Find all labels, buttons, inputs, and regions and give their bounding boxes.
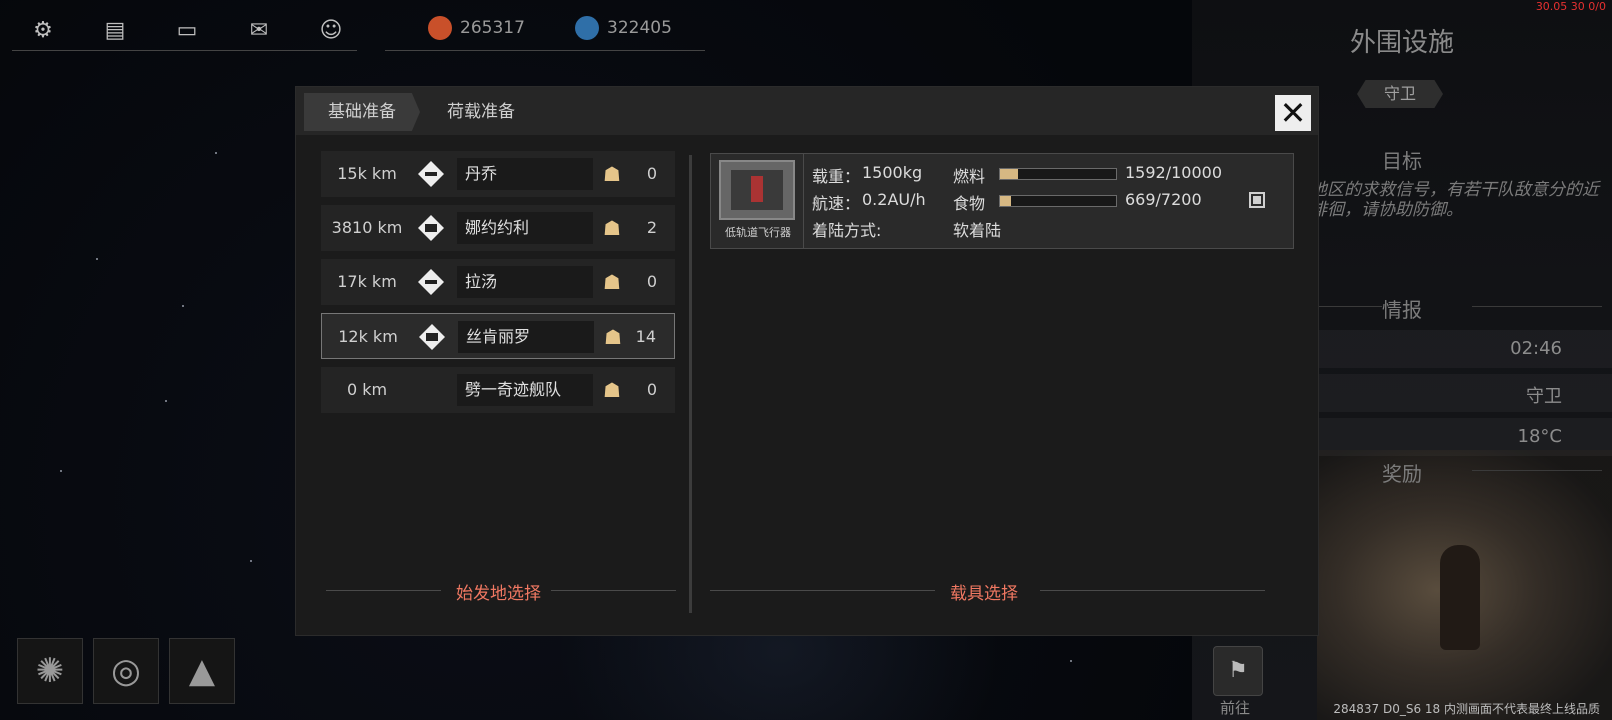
origin-distance: 12k km bbox=[338, 327, 398, 346]
contacts-icon[interactable]: ☺ bbox=[316, 16, 346, 46]
resource-bar: 265317 322405 bbox=[385, 10, 705, 51]
message-icon[interactable]: ▭ bbox=[172, 16, 202, 46]
resource-red-icon bbox=[428, 16, 452, 40]
intel-type: 守卫 bbox=[1526, 386, 1562, 407]
resource-blue: 322405 bbox=[575, 16, 672, 40]
origin-name: 丹乔 bbox=[457, 158, 593, 190]
origin-population: 2 bbox=[646, 218, 657, 237]
origin-distance: 0 km bbox=[346, 380, 388, 399]
speed-label: 航速： bbox=[812, 194, 861, 213]
landing-value: 软着陆 bbox=[953, 221, 1002, 240]
origin-population: 0 bbox=[646, 380, 657, 399]
origin-population: 0 bbox=[646, 272, 657, 291]
food-bar-fill bbox=[1000, 196, 1011, 206]
resource-blue-icon bbox=[575, 16, 599, 40]
fuel-bar-fill bbox=[1000, 169, 1019, 179]
origin-name: 娜约约利 bbox=[457, 212, 593, 244]
tab-load-prep[interactable]: 荷载准备 bbox=[426, 93, 536, 131]
close-icon[interactable]: ✕ bbox=[1275, 95, 1311, 131]
star bbox=[165, 400, 167, 402]
station-icon bbox=[418, 215, 444, 241]
gear-icon[interactable]: ⚙ bbox=[28, 16, 58, 46]
food-label: 食物 bbox=[953, 194, 986, 213]
origin-section-label: 始发地选择 bbox=[456, 584, 541, 604]
panel-title: 外围设施 bbox=[1349, 28, 1454, 58]
galaxy-icon[interactable]: ✺ bbox=[17, 638, 83, 704]
origin-option[interactable]: 17k km 拉汤 ☗ 0 bbox=[321, 259, 675, 305]
top-menu-bar: ⚙ ▤ ▭ ✉ ☺ bbox=[12, 10, 357, 51]
star bbox=[215, 152, 217, 154]
resource-red-value: 265317 bbox=[460, 18, 525, 38]
goal-text: 地区的求救信号，有若干队敌意分的近徘徊，请协助防御。 bbox=[1310, 180, 1599, 220]
intel-time: 02:46 bbox=[1510, 338, 1562, 359]
resource-blue-value: 322405 bbox=[607, 18, 672, 38]
population-icon: ☗ bbox=[604, 325, 622, 349]
tab-basic-prep[interactable]: 基础准备 bbox=[304, 93, 420, 131]
speed-value: 0.2AU/h bbox=[862, 190, 926, 209]
vehicle-card[interactable]: 低轨道飞行器 载重： 1500kg 航速： 0.2AU/h 着陆方式: 软着陆 … bbox=[710, 153, 1294, 249]
mission-tag: 守卫 bbox=[1357, 80, 1443, 108]
divider bbox=[551, 590, 676, 591]
fuel-value: 1592/10000 bbox=[1125, 163, 1223, 182]
star bbox=[182, 305, 184, 307]
station-icon bbox=[419, 324, 445, 350]
divider bbox=[326, 590, 441, 591]
intel-temperature: 18°C bbox=[1517, 426, 1562, 447]
fuel-label: 燃料 bbox=[953, 167, 986, 186]
go-label[interactable]: 前往 bbox=[1220, 697, 1250, 718]
origin-option-selected[interactable]: 12k km 丝肯丽罗 ☗ 14 bbox=[321, 313, 675, 359]
star bbox=[250, 560, 252, 562]
vehicle-name: 低轨道飞行器 bbox=[725, 226, 791, 239]
food-bar bbox=[999, 195, 1117, 207]
population-icon: ☗ bbox=[603, 270, 621, 294]
origin-name: 劈一奇迹舰队 bbox=[457, 374, 593, 406]
origin-name: 丝肯丽罗 bbox=[458, 321, 594, 353]
intel-row: 守卫 bbox=[1312, 374, 1612, 412]
population-icon: ☗ bbox=[603, 378, 621, 402]
origin-name: 拉汤 bbox=[457, 266, 593, 298]
fuel-bar bbox=[999, 168, 1117, 180]
star bbox=[96, 258, 98, 260]
population-icon: ☗ bbox=[603, 162, 621, 186]
food-value: 669/7200 bbox=[1125, 190, 1202, 209]
origin-option[interactable]: 3810 km 娜约约利 ☗ 2 bbox=[321, 205, 675, 251]
divider bbox=[803, 154, 804, 248]
planet-orbit-icon[interactable]: ◎ bbox=[93, 638, 159, 704]
star bbox=[60, 470, 62, 472]
origin-population: 14 bbox=[635, 327, 656, 346]
vehicle-thumbnail bbox=[719, 160, 795, 220]
expedition-prep-dialog: 基础准备 荷载准备 ✕ 15k km 丹乔 ☗ 0 3810 km 娜约约利 ☗… bbox=[295, 86, 1319, 636]
traveler-figure bbox=[1440, 545, 1480, 650]
vehicle-select-checkbox[interactable] bbox=[1249, 192, 1265, 208]
star bbox=[1070, 660, 1072, 662]
tab-bar: 基础准备 荷载准备 ✕ bbox=[296, 87, 1318, 135]
divider bbox=[710, 590, 935, 591]
debug-info: 30.05 30 0/0 bbox=[1535, 0, 1606, 13]
resource-red: 265317 bbox=[428, 16, 525, 40]
station-icon bbox=[418, 161, 444, 187]
origin-population: 0 bbox=[646, 164, 657, 183]
build-notice: 284837 D0_S6 18 内测画面不代表最终上线品质 bbox=[1333, 702, 1600, 716]
terrain-icon[interactable]: ▲ bbox=[169, 638, 235, 704]
origin-distance: 15k km bbox=[337, 164, 397, 183]
intel-row: 02:46 bbox=[1312, 330, 1612, 368]
flag-icon[interactable]: ⚑ bbox=[1213, 646, 1263, 696]
load-label: 载重： bbox=[812, 167, 861, 186]
origin-option[interactable]: 0 km 劈一奇迹舰队 ☗ 0 bbox=[321, 367, 675, 413]
chat-icon[interactable]: ▤ bbox=[100, 16, 130, 46]
intel-row: 18°C bbox=[1312, 418, 1612, 456]
station-icon bbox=[418, 269, 444, 295]
load-value: 1500kg bbox=[862, 163, 923, 182]
origin-option[interactable]: 15k km 丹乔 ☗ 0 bbox=[321, 151, 675, 197]
column-divider bbox=[689, 155, 692, 613]
origin-distance: 3810 km bbox=[331, 218, 403, 237]
mail-icon[interactable]: ✉ bbox=[244, 16, 274, 46]
origin-distance: 17k km bbox=[337, 272, 397, 291]
vehicle-section-label: 载具选择 bbox=[950, 584, 1018, 604]
divider bbox=[1040, 590, 1265, 591]
landing-label: 着陆方式: bbox=[812, 221, 882, 240]
population-icon: ☗ bbox=[603, 216, 621, 240]
